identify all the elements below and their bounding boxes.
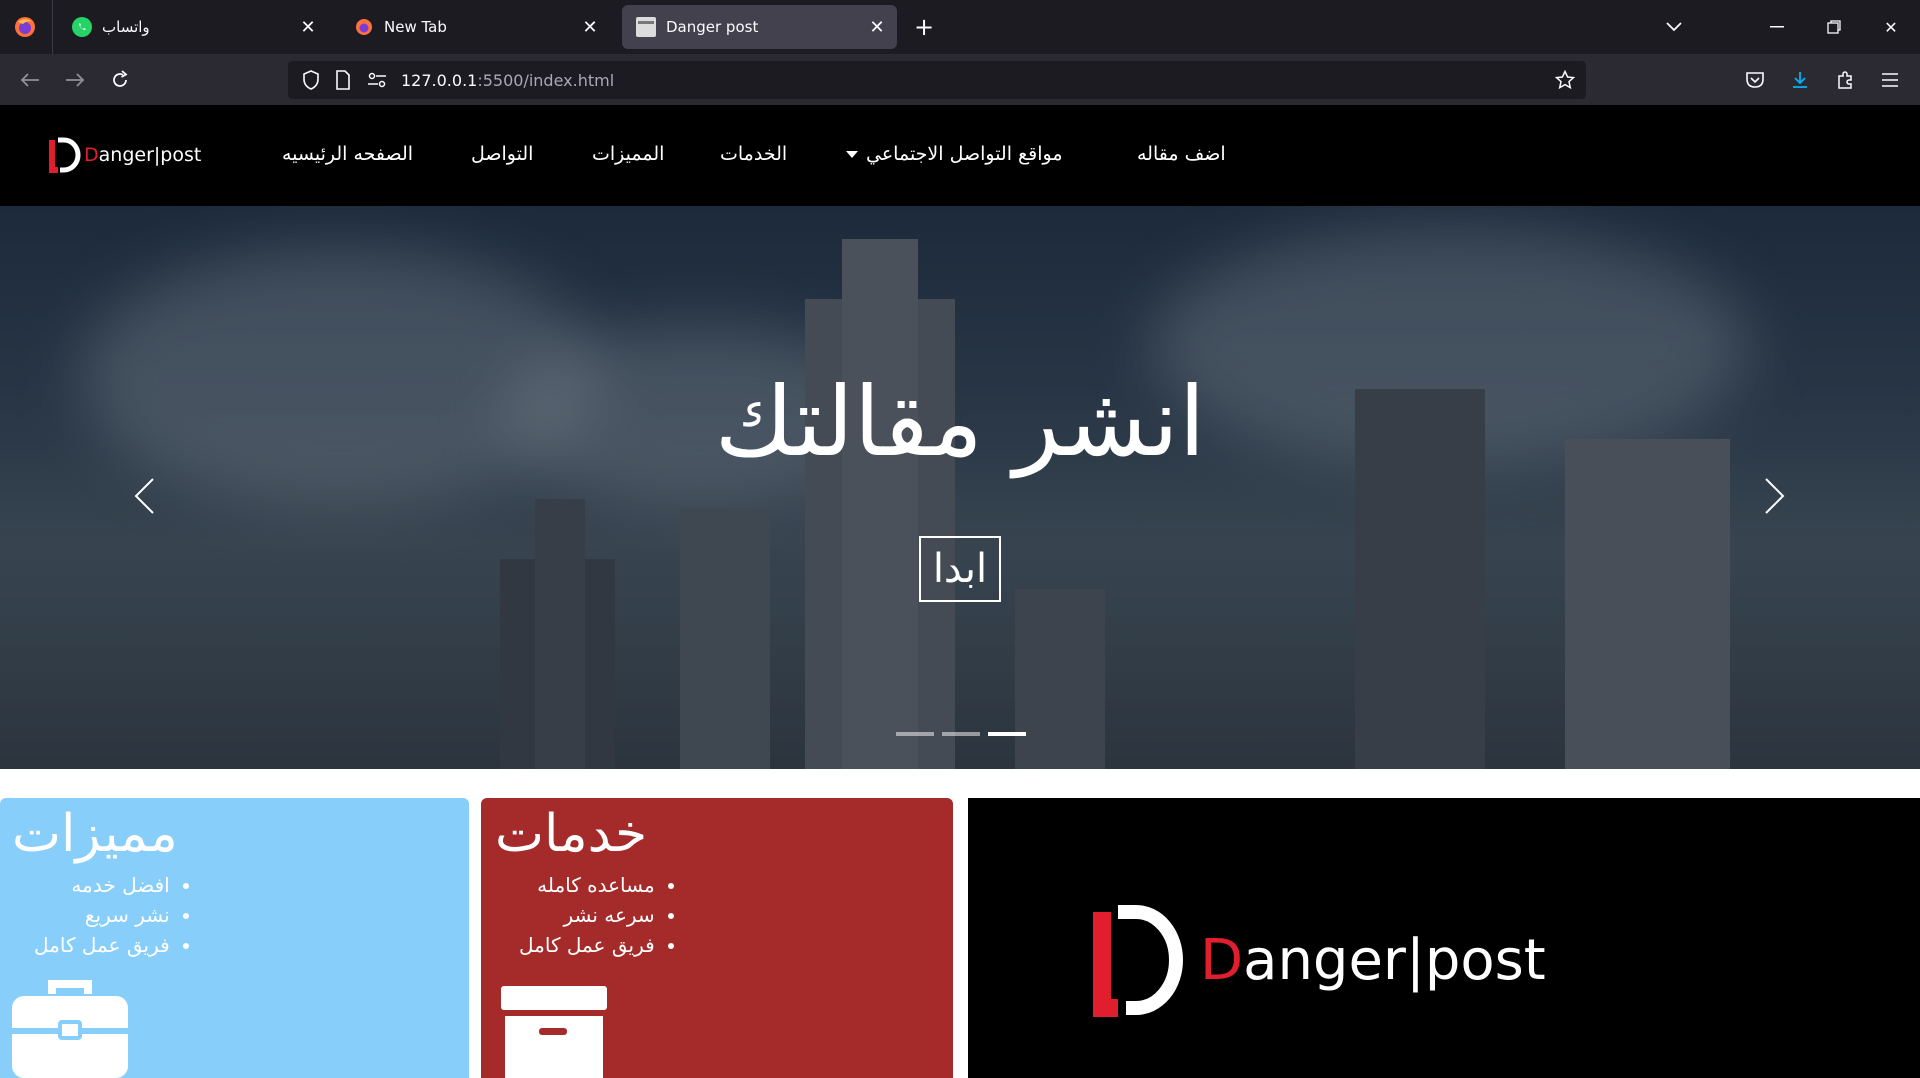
nav-features[interactable]: المميزات xyxy=(592,143,664,165)
hero-carousel: انشر مقالتك ابدا xyxy=(0,206,1920,769)
tab-separator xyxy=(52,0,53,54)
brand-logo-text-rest: anger|post xyxy=(1243,927,1546,993)
browser-tab-strip: واتساب ✕ New Tab ✕ Danger post ✕ + ✕ xyxy=(0,0,1920,54)
url-text[interactable]: 127.0.0.1:5500/index.html xyxy=(401,71,614,90)
extensions-icon[interactable] xyxy=(1830,65,1860,95)
services-title: خدمات xyxy=(495,804,648,864)
page-info-icon[interactable] xyxy=(332,69,354,91)
hero-title: انشر مقالتك xyxy=(714,366,1206,478)
whatsapp-icon xyxy=(72,17,92,37)
firefox-icon xyxy=(354,17,374,37)
brand-logo-mark-icon xyxy=(1093,905,1183,1017)
briefcase-icon xyxy=(12,978,128,1078)
new-tab-button[interactable]: + xyxy=(910,13,938,41)
features-list: افضل خدمه نشر سريع فريق عمل كامل xyxy=(34,870,170,960)
bookmark-star-icon[interactable] xyxy=(1554,69,1576,91)
tab-danger-post[interactable]: Danger post ✕ xyxy=(622,5,897,49)
downloads-icon[interactable] xyxy=(1785,65,1815,95)
restore-icon[interactable] xyxy=(1819,13,1849,41)
forward-icon[interactable] xyxy=(60,65,90,95)
close-window-icon[interactable]: ✕ xyxy=(1876,13,1906,41)
brand-logo: Danger|post xyxy=(1090,902,1546,1018)
shield-icon[interactable] xyxy=(300,69,322,91)
firefox-menu-icon[interactable] xyxy=(12,14,38,40)
nav-services[interactable]: الخدمات xyxy=(720,143,787,165)
tab-label: New Tab xyxy=(384,18,447,36)
address-bar[interactable]: 127.0.0.1:5500/index.html xyxy=(288,61,1586,99)
list-item: فريق عمل كامل xyxy=(34,930,170,960)
list-item: سرعه نشر xyxy=(519,900,654,930)
brand-logo-text: Danger|post xyxy=(1200,928,1546,993)
back-icon[interactable] xyxy=(15,65,45,95)
tab-new-tab[interactable]: New Tab ✕ xyxy=(340,5,610,49)
carousel-indicator-active[interactable] xyxy=(988,732,1026,736)
nav-add-article[interactable]: اضف مقاله xyxy=(1137,143,1226,165)
close-tab-icon[interactable]: ✕ xyxy=(576,13,604,41)
list-tabs-icon[interactable] xyxy=(1659,13,1689,41)
cards-row: مميزات افضل خدمه نشر سريع فريق عمل كامل … xyxy=(0,798,1920,1078)
nav-home[interactable]: الصفحه الرئيسيه xyxy=(282,143,413,165)
features-title: مميزات xyxy=(12,804,178,864)
pocket-icon[interactable] xyxy=(1740,65,1770,95)
nav-contact[interactable]: التواصل xyxy=(471,143,533,165)
brand-card: Danger|post xyxy=(968,798,1920,1078)
list-item: مساعده كامله xyxy=(519,870,655,900)
carousel-indicators xyxy=(896,732,1026,736)
features-card: مميزات افضل خدمه نشر سريع فريق عمل كامل xyxy=(0,798,469,1078)
nav-social-dropdown[interactable]: مواقع التواصل الاجتماعي xyxy=(846,143,1063,165)
hero-overlay xyxy=(0,206,1920,769)
logo-text-rest: anger|post xyxy=(98,144,202,166)
site-logo[interactable]: Danger|post xyxy=(48,135,201,175)
site-navbar: Danger|post الصفحه الرئيسيه التواصل المم… xyxy=(0,105,1920,206)
start-button[interactable]: ابدا xyxy=(919,536,1001,602)
reload-icon[interactable] xyxy=(105,65,135,95)
app-menu-icon[interactable] xyxy=(1875,65,1905,95)
list-item: نشر سريع xyxy=(34,900,170,930)
close-tab-icon[interactable]: ✕ xyxy=(863,13,891,41)
carousel-indicator[interactable] xyxy=(942,732,980,736)
services-list: مساعده كامله سرعه نشر فريق عمل كامل xyxy=(519,870,655,960)
permissions-icon[interactable] xyxy=(366,69,388,91)
list-item: فريق عمل كامل xyxy=(519,930,655,960)
browser-toolbar: 127.0.0.1:5500/index.html xyxy=(0,54,1920,105)
list-item: افضل خدمه xyxy=(34,870,169,900)
close-tab-icon[interactable]: ✕ xyxy=(294,13,322,41)
archive-box-icon xyxy=(501,986,607,1078)
minimize-icon[interactable] xyxy=(1762,13,1792,41)
logo-letter-d: D xyxy=(84,144,99,166)
tab-whatsapp[interactable]: واتساب ✕ xyxy=(58,5,328,49)
page-icon xyxy=(636,17,656,37)
logo-text: Danger|post xyxy=(84,144,201,166)
logo-mark-icon xyxy=(48,136,82,174)
tab-label: Danger post xyxy=(666,18,759,36)
url-path: :5500/index.html xyxy=(477,71,615,90)
tab-label: واتساب xyxy=(102,18,150,36)
nav-social-label: مواقع التواصل الاجتماعي xyxy=(866,143,1063,165)
url-host: 127.0.0.1 xyxy=(401,71,478,90)
dropdown-caret-icon xyxy=(846,151,858,158)
brand-logo-letter-d: D xyxy=(1200,927,1244,993)
services-card: خدمات مساعده كامله سرعه نشر فريق عمل كام… xyxy=(481,798,953,1078)
carousel-indicator[interactable] xyxy=(896,732,934,736)
